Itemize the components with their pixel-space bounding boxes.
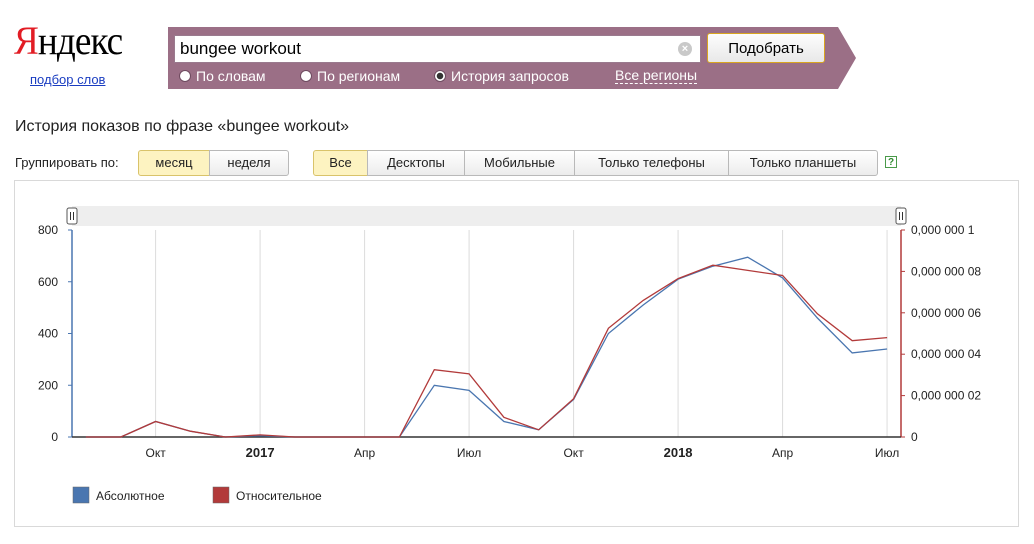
mode-label: История запросов xyxy=(451,68,569,84)
y-right-tick-label: 0,000 000 08 xyxy=(911,264,981,278)
search-input[interactable] xyxy=(180,38,670,60)
y-left-tick-label: 400 xyxy=(38,327,58,341)
legend-label: Абсолютное xyxy=(96,489,165,503)
legend-swatch xyxy=(212,486,230,504)
search-box: × xyxy=(174,35,701,63)
radio-icon xyxy=(179,70,191,82)
radio-selected-icon xyxy=(434,70,446,82)
x-tick-label: 2017 xyxy=(246,445,275,460)
legend-label: Относительное xyxy=(236,489,322,503)
group-week-button[interactable]: неделя xyxy=(209,150,289,176)
x-tick-label: Апр xyxy=(354,446,376,460)
series-line-absolute xyxy=(85,256,888,438)
y-right-tick-label: 0,000 000 1 xyxy=(911,223,975,237)
y-right-tick-label: 0 xyxy=(911,430,918,444)
range-navigator xyxy=(72,206,901,226)
all-regions-link[interactable]: Все регионы xyxy=(615,67,698,84)
filter-phones-button[interactable]: Только телефоны xyxy=(574,150,729,176)
mode-by-words[interactable]: По словам xyxy=(179,67,266,85)
chart-panel: Окт 2017 Апр Июл Окт 2018 Апр Июл 0 200 400 600 800 0… xyxy=(14,180,1019,527)
x-tick-label: Апр xyxy=(772,446,794,460)
filter-desktop-button[interactable]: Десктопы xyxy=(367,150,465,176)
mode-by-regions[interactable]: По регионам xyxy=(300,67,400,85)
page-title: История показов по фразе «bungee workout… xyxy=(15,118,350,135)
legend-swatch xyxy=(72,486,90,504)
y-left-tick-label: 200 xyxy=(38,378,58,392)
range-handle-left[interactable] xyxy=(66,207,78,225)
wordstat-link[interactable]: подбор слов xyxy=(30,72,105,87)
mode-label: По словам xyxy=(196,68,266,84)
y-right-tick-label: 0,000 000 02 xyxy=(911,389,981,403)
radio-icon xyxy=(300,70,312,82)
submit-button[interactable]: Подобрать xyxy=(707,33,825,63)
yandex-logo[interactable]: Яндекс xyxy=(14,18,123,64)
range-handle-right[interactable] xyxy=(895,207,907,225)
y-right-tick-label: 0,000 000 04 xyxy=(911,347,981,361)
history-chart: Окт 2017 Апр Июл Окт 2018 Апр Июл 0 200 400 600 800 0… xyxy=(38,206,981,504)
group-month-button[interactable]: месяц xyxy=(138,150,210,176)
mode-label: По регионам xyxy=(317,68,401,84)
filter-mobile-button[interactable]: Мобильные xyxy=(464,150,575,176)
group-label: Группировать по: xyxy=(15,155,119,170)
clear-icon[interactable]: × xyxy=(678,42,692,56)
y-left-tick-label: 800 xyxy=(38,223,58,237)
x-tick-label: Июл xyxy=(457,446,481,460)
filter-tablets-button[interactable]: Только планшеты xyxy=(728,150,878,176)
help-icon[interactable]: ? xyxy=(885,156,897,168)
y-right-tick-label: 0,000 000 06 xyxy=(911,306,981,320)
x-tick-label: Окт xyxy=(563,446,584,460)
x-tick-label: Окт xyxy=(145,446,166,460)
y-left-tick-label: 600 xyxy=(38,275,58,289)
x-tick-label: 2018 xyxy=(664,445,693,460)
x-tick-label: Июл xyxy=(875,446,899,460)
mode-history[interactable]: История запросов xyxy=(434,67,569,85)
filter-all-button[interactable]: Все xyxy=(313,150,368,176)
y-left-tick-label: 0 xyxy=(51,430,58,444)
series-line-relative xyxy=(85,264,888,438)
